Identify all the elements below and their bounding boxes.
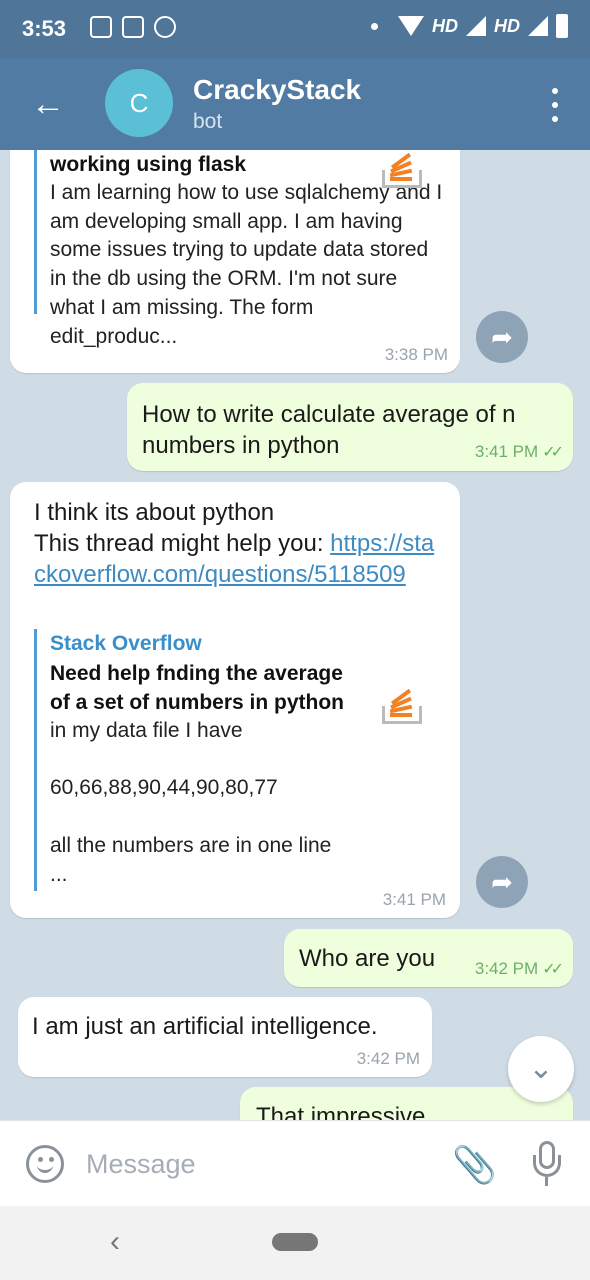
stackoverflow-logo-icon (382, 682, 422, 724)
gallery-notification-icon (90, 16, 112, 38)
message-time: 3:42 PM (356, 1049, 420, 1068)
dot-icon (371, 22, 378, 30)
message-text: I am just an artificial intelligence. (32, 1013, 378, 1040)
notification-icons (90, 16, 176, 38)
paperclip-icon[interactable]: 📎 (452, 1143, 497, 1187)
link-preview-title: Need help fnding the average of a set of… (50, 662, 345, 714)
message-time: 3:42 PM ✓✓ (474, 959, 564, 979)
signal-icon (466, 16, 486, 36)
chat-title[interactable]: CrackyStack (193, 74, 361, 106)
message-time-text: 3:41 PM (474, 442, 539, 461)
nav-back-icon[interactable]: ‹ (100, 1222, 130, 1262)
network-label-2: HD (494, 15, 520, 36)
double-check-icon: ✓✓ (542, 961, 564, 978)
message-time: 3:41 PM (382, 890, 446, 909)
share-icon[interactable]: ➦ (476, 311, 528, 363)
signal-icon-2 (528, 16, 548, 36)
nav-home-pill[interactable] (272, 1233, 318, 1251)
emoji-icon[interactable] (26, 1145, 64, 1183)
message-text: I think its about python This thread mig… (34, 497, 444, 590)
share-icon[interactable]: ➦ (476, 856, 528, 908)
message-outgoing[interactable]: How to write calculate average of n numb… (127, 383, 573, 471)
status-bar: 3:53 HD HD (0, 0, 590, 58)
message-text: That impressive (256, 1103, 426, 1120)
message-incoming[interactable]: I am just an artificial intelligence. 3:… (18, 997, 432, 1077)
message-outgoing[interactable]: Who are you 3:42 PM ✓✓ (284, 929, 573, 987)
link-preview-body: in my data file I have 60,66,88,90,44,90… (50, 719, 332, 886)
link-preview[interactable]: Stack Overflow Need help fnding the aver… (34, 629, 364, 891)
message-input[interactable] (86, 1143, 426, 1185)
link-preview-body: I am learning how to use sqlalchemy and … (50, 181, 443, 348)
status-right: HD HD (371, 14, 568, 38)
status-time: 3:53 (22, 16, 67, 41)
double-check-icon: ✓✓ (542, 444, 564, 461)
whatsapp-notification-icon (154, 16, 176, 38)
message-incoming[interactable]: working using flask I am learning how to… (10, 150, 460, 373)
message-time-text: 3:42 PM (474, 959, 539, 978)
chat-subtitle: bot (193, 110, 223, 133)
wifi-icon (398, 16, 424, 36)
message-incoming[interactable]: I think its about python This thread mig… (10, 482, 460, 918)
stackoverflow-logo-icon (382, 150, 422, 188)
link-preview-title: working using flask (50, 153, 247, 176)
back-arrow-icon[interactable]: ← (26, 82, 70, 126)
chat-header: ← C CrackyStack bot (0, 58, 590, 150)
chevron-down-icon[interactable]: ⌄ (508, 1036, 574, 1102)
battery-icon (556, 14, 568, 38)
news-notification-icon (122, 16, 144, 38)
avatar[interactable]: C (105, 69, 173, 137)
message-list[interactable]: working using flask I am learning how to… (0, 150, 590, 1120)
message-time: 3:41 PM ✓✓ (474, 442, 564, 462)
system-nav-bar: ‹ (0, 1206, 590, 1280)
link-preview[interactable]: working using flask I am learning how to… (34, 150, 442, 348)
message-composer: 📎 (0, 1120, 590, 1206)
message-time: 3:38 PM (384, 345, 448, 364)
link-preview-site: Stack Overflow (50, 632, 202, 655)
network-label-1: HD (432, 15, 458, 36)
message-line-1: I think its about python (34, 499, 275, 526)
avatar-letter: C (129, 88, 149, 118)
message-text: Who are you (299, 945, 436, 972)
more-vert-icon[interactable] (550, 88, 560, 122)
message-line-2: This thread might help you: (34, 530, 331, 557)
mic-icon[interactable] (532, 1141, 562, 1187)
